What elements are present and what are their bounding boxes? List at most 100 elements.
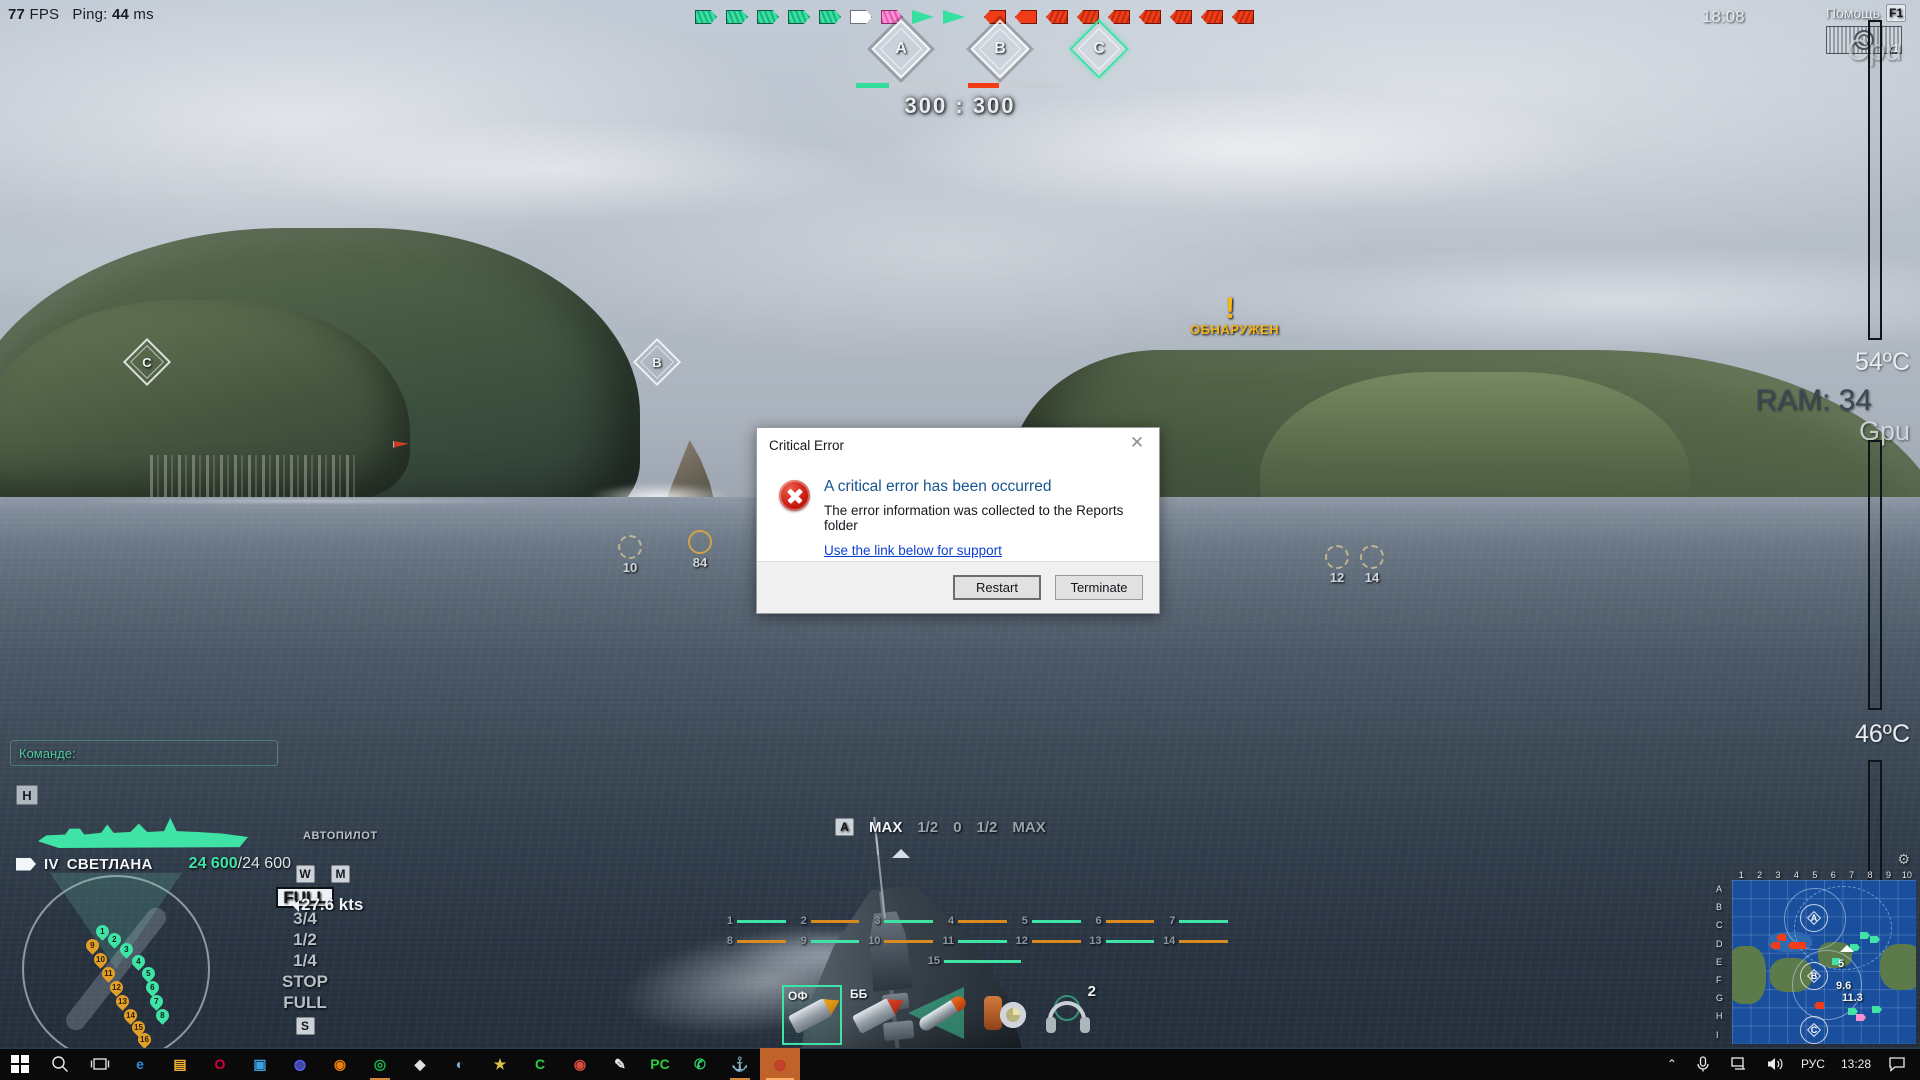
- team-hp-8: 8: [718, 935, 786, 947]
- throttle-step-4[interactable]: STOP: [245, 971, 365, 992]
- dialog-text-block: A critical error has been occurred The e…: [824, 478, 1143, 560]
- minimap-row-H: H: [1716, 1011, 1723, 1022]
- taskbar-app-green-app[interactable]: C: [520, 1048, 560, 1080]
- ammo-he-slot[interactable]: ОФ 1: [782, 985, 842, 1067]
- tray-chevron-icon[interactable]: ⌃: [1660, 1048, 1684, 1080]
- dialog-footer: Restart Terminate: [757, 561, 1159, 613]
- ping-unit: ms: [133, 6, 154, 23]
- taskbar-app-opera[interactable]: O: [200, 1048, 240, 1080]
- windows-taskbar: e ▤ O ▣ ◍ ◉ ◎ ◆ ◐ ★ C ◉ ✎ PC ✆ ⚓ ◍ ⌃ РУС…: [0, 1048, 1920, 1080]
- score-panel: 300 : 300: [856, 83, 1064, 119]
- team-hp-9: 9: [792, 935, 860, 947]
- taskbar-app-world-of-warships[interactable]: ◍: [760, 1048, 800, 1080]
- enemy-marker-3: [1046, 10, 1068, 24]
- rudder-step-0[interactable]: MAX: [869, 819, 902, 836]
- minimap-row-G: G: [1716, 993, 1724, 1004]
- start-button[interactable]: [0, 1048, 40, 1080]
- team-hp-15: 15: [925, 955, 1021, 967]
- ally-ship-markers: [695, 10, 965, 24]
- minimap-row-D: D: [1716, 938, 1723, 949]
- minimap-col-9: 9: [1885, 870, 1891, 880]
- fps-value: 77: [8, 6, 26, 23]
- microphone-icon[interactable]: [1686, 1048, 1720, 1080]
- gpu-temperature: 46ºC: [1855, 720, 1910, 748]
- taskbar-app-star-app[interactable]: ★: [480, 1048, 520, 1080]
- notification-icon[interactable]: [1880, 1048, 1914, 1080]
- volume-icon[interactable]: [1758, 1048, 1792, 1080]
- screen: 77 FPS Ping: 44 ms ABC 300 : 300 18:08 П…: [0, 0, 1920, 1080]
- ship-status-card: H IV СВЕТЛАНА 24 600/24 600: [8, 785, 368, 873]
- hydroacoustic-slot[interactable]: 2 T: [1038, 983, 1098, 1069]
- hydroacoustic-icon: [1046, 995, 1090, 1035]
- throttle-reverse-key[interactable]: S: [295, 1017, 315, 1035]
- taskbar-app-blender[interactable]: ◉: [320, 1048, 360, 1080]
- team-health-row-2: 8 9 10 11 12 13 14: [718, 935, 1229, 947]
- ship-hotkey[interactable]: H: [16, 785, 38, 805]
- ammo-ap-slot[interactable]: ББ 2: [846, 985, 906, 1069]
- throttle-step-3[interactable]: 1/4: [245, 950, 365, 971]
- team-health-bars: 1234567 8 9 10 11 12 13 14 15: [718, 915, 1229, 975]
- taskbar-app-edge[interactable]: e: [120, 1048, 160, 1080]
- rudder-step-2[interactable]: 0: [953, 819, 961, 836]
- taskbar-app-mouse-tool[interactable]: ◆: [400, 1048, 440, 1080]
- taskbar-app-pc-monitor[interactable]: PC: [640, 1048, 680, 1080]
- throttle-step-5[interactable]: FULL: [245, 992, 365, 1013]
- rudder-step-1[interactable]: 1/2: [917, 819, 938, 836]
- ammo-he-label: ОФ: [788, 989, 808, 1003]
- rudder-step-3[interactable]: 1/2: [977, 819, 998, 836]
- enemy-marker-8: [1201, 10, 1223, 24]
- team-chat-box[interactable]: Команде:: [10, 740, 278, 766]
- rudder-left-key[interactable]: A: [835, 818, 854, 836]
- minimap-col-5: 5: [1812, 870, 1818, 880]
- network-icon[interactable]: [1722, 1048, 1756, 1080]
- throttle-control[interactable]: W FULL 3/4 1/2 1/4 STOP FULL S: [245, 865, 365, 1035]
- gpu-label: Gpu: [1858, 416, 1910, 446]
- ally-marker-4: [788, 10, 810, 24]
- minimap-col-10: 10: [1901, 870, 1912, 880]
- rudder-step-4[interactable]: MAX: [1012, 819, 1045, 836]
- critical-error-dialog[interactable]: Critical Error ✕ A critical error has be…: [756, 427, 1160, 614]
- team-health-row-1: 1234567: [718, 915, 1229, 927]
- language-indicator[interactable]: РУС: [1794, 1048, 1832, 1080]
- repair-party-slot[interactable]: R: [974, 985, 1034, 1069]
- team-chat-label: Команде:: [19, 745, 76, 761]
- score-bars: [856, 83, 1064, 88]
- dialog-subtext: The error information was collected to t…: [824, 503, 1124, 533]
- ally-score-bar: [856, 83, 952, 88]
- ally-marker-5: [819, 10, 841, 24]
- minimap-cap-b: B: [1800, 962, 1828, 990]
- taskbar-app-contacts[interactable]: ▣: [240, 1048, 280, 1080]
- minimap-col-2: 2: [1757, 870, 1763, 880]
- torpedo-slot[interactable]: 3: [908, 985, 970, 1069]
- task-view-button[interactable]: [80, 1048, 120, 1080]
- rudder-indicator[interactable]: A MAX 1/2 0 1/2 MAX: [835, 818, 1046, 836]
- throttle-forward-key[interactable]: W: [295, 865, 315, 883]
- repair-icon: [981, 994, 1027, 1036]
- rudder-position-caret: [892, 840, 910, 858]
- minimap-grid[interactable]: A BC 5 9.6 11.3: [1732, 880, 1916, 1044]
- minimap-distance-3: 11.3: [1842, 992, 1863, 1004]
- ally-marker-9: [943, 10, 965, 24]
- taskbar-app-wows-launcher[interactable]: ⚓: [720, 1048, 760, 1080]
- help-label: Помощь: [1825, 5, 1880, 21]
- taskbar-clock[interactable]: 13:28: [1834, 1048, 1878, 1080]
- restart-button[interactable]: Restart: [953, 575, 1041, 600]
- search-button[interactable]: [40, 1048, 80, 1080]
- enemy-ship-markers: [984, 10, 1254, 24]
- throttle-step-2[interactable]: 1/2: [245, 929, 365, 950]
- system-tray: ⌃ РУС 13:28: [1660, 1048, 1920, 1080]
- taskbar-app-media-player[interactable]: ◎: [360, 1048, 400, 1080]
- taskbar-app-notepad[interactable]: ✎: [600, 1048, 640, 1080]
- taskbar-app-file-explorer[interactable]: ▤: [160, 1048, 200, 1080]
- taskbar-app-discord[interactable]: ◍: [280, 1048, 320, 1080]
- support-link[interactable]: Use the link below for support: [824, 543, 1002, 558]
- minimap[interactable]: ⚙ 1 2 3 4 5 6 7 8 9 10 ABCDEFGHI ABC 5 9.6 1: [1716, 851, 1916, 1044]
- taskbar-app-chrome[interactable]: ◉: [560, 1048, 600, 1080]
- ally-marker-1: [695, 10, 717, 24]
- taskbar-app-whatsapp[interactable]: ✆: [680, 1048, 720, 1080]
- close-icon[interactable]: ✕: [1115, 428, 1159, 458]
- taskbar-app-earth-app[interactable]: ◐: [440, 1048, 480, 1080]
- capture-point-c: C: [1069, 19, 1129, 79]
- terminate-button[interactable]: Terminate: [1055, 575, 1143, 600]
- gear-icon[interactable]: ⚙: [1897, 851, 1910, 868]
